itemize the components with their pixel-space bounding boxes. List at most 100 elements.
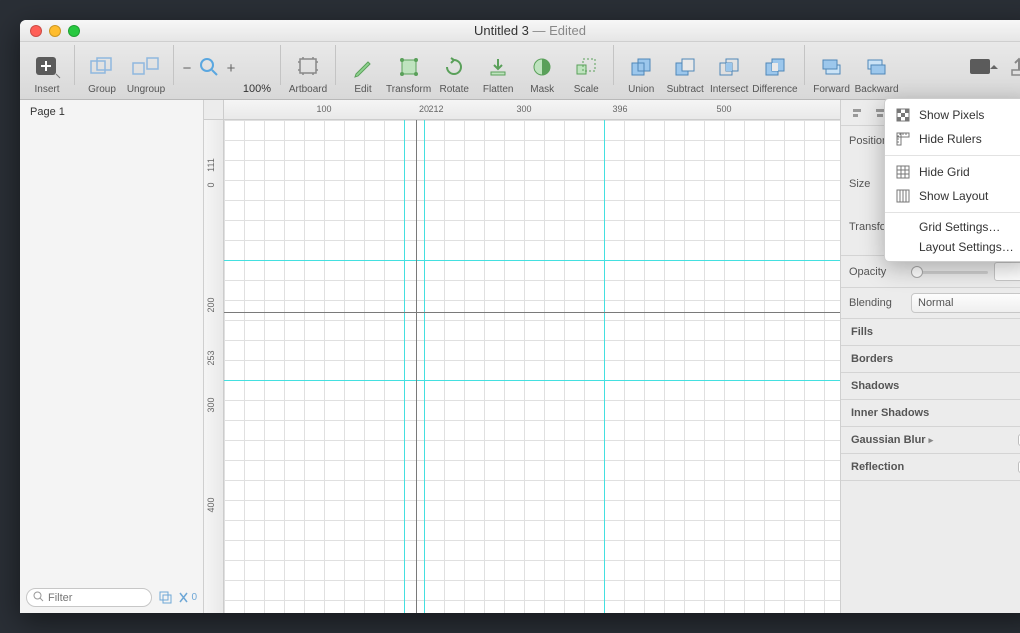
ruler-tick: 300 <box>206 395 216 415</box>
view-icon <box>968 52 998 82</box>
layers-panel: Page 1 0 <box>20 100 204 613</box>
ruler-tick: 396 <box>612 104 627 114</box>
horizontal-ruler[interactable]: 10020212300396500 <box>224 100 840 120</box>
minimize-window-button[interactable] <box>49 25 61 37</box>
rotate-icon <box>439 52 469 82</box>
gaussian-blur-section[interactable]: Gaussian Blur ▸ <box>841 427 1020 454</box>
insert-button[interactable]: Insert <box>26 52 68 95</box>
flatten-icon <box>483 52 513 82</box>
transform-icon <box>394 52 424 82</box>
ruler-tick: 400 <box>206 495 216 515</box>
vertical-ruler[interactable]: 1110 200 253 300 400 <box>204 120 224 613</box>
export-button[interactable] <box>1004 52 1020 95</box>
forward-button[interactable]: Forward <box>811 52 853 95</box>
filter-field[interactable] <box>26 588 152 607</box>
zoom-window-button[interactable] <box>68 25 80 37</box>
subtract-button[interactable]: Subtract <box>664 52 706 95</box>
close-window-button[interactable] <box>30 25 42 37</box>
reflection-section[interactable]: Reflection <box>841 454 1020 481</box>
scale-icon <box>571 52 601 82</box>
difference-icon <box>760 52 790 82</box>
view-dropdown-menu: Show Pixels Hide Rulers Hide Grid Show L… <box>884 98 1020 262</box>
opacity-label: Opacity <box>849 266 905 278</box>
rotate-button[interactable]: Rotate <box>433 52 475 95</box>
union-button[interactable]: Union <box>620 52 662 95</box>
menu-hide-grid[interactable]: Hide Grid <box>885 160 1020 184</box>
ruler-tick: 212 <box>428 104 443 114</box>
union-icon <box>626 52 656 82</box>
ruler-icon <box>895 131 911 147</box>
blending-select[interactable]: Normal▾ <box>911 293 1020 313</box>
layout-icon <box>895 188 911 204</box>
grid <box>224 120 840 613</box>
zoom-level[interactable]: 100% <box>240 53 274 95</box>
blending-label: Blending <box>849 297 905 309</box>
menu-hide-rulers[interactable]: Hide Rulers <box>885 127 1020 151</box>
shadows-section[interactable]: Shadows <box>841 373 1020 400</box>
group-button[interactable]: Group <box>81 52 123 95</box>
intersect-icon <box>714 52 744 82</box>
cursor-vertical <box>416 120 417 613</box>
mask-button[interactable]: Mask <box>521 52 563 95</box>
window-title: Untitled 3 — Edited <box>20 23 1020 38</box>
menu-grid-settings[interactable]: Grid Settings… <box>885 217 1020 237</box>
mask-icon <box>527 52 557 82</box>
cursor-horizontal <box>224 312 840 313</box>
view-menu-button[interactable] <box>964 52 1002 95</box>
backward-icon <box>862 52 892 82</box>
opacity-slider[interactable] <box>911 265 988 279</box>
vertical-guide[interactable] <box>404 120 405 613</box>
ruler-tick: 100 <box>316 104 331 114</box>
ruler-tick: 111 <box>206 155 216 175</box>
artboard-icon <box>293 52 323 82</box>
horizontal-guide[interactable] <box>224 380 840 381</box>
fills-section[interactable]: Fills <box>841 319 1020 346</box>
edit-icon <box>348 52 378 82</box>
borders-section[interactable]: Borders <box>841 346 1020 373</box>
ruler-tick: 500 <box>716 104 731 114</box>
vertical-guide[interactable] <box>424 120 425 613</box>
group-icon <box>87 52 117 82</box>
canvas-area[interactable]: 10020212300396500 1110200253300400 <box>204 100 840 613</box>
inner-shadows-section[interactable]: Inner Shadows <box>841 400 1020 427</box>
menu-layout-settings[interactable]: Layout Settings… <box>885 237 1020 257</box>
menu-show-pixels[interactable]: Show Pixels <box>885 103 1020 127</box>
app-window: Untitled 3 — Edited Insert Group Ungroup… <box>20 20 1020 613</box>
grid-icon <box>895 164 911 180</box>
ruler-tick: 300 <box>516 104 531 114</box>
export-icon <box>1004 52 1020 82</box>
ungroup-button[interactable]: Ungroup <box>125 52 167 95</box>
scale-button[interactable]: Scale <box>565 52 607 95</box>
difference-button[interactable]: Difference <box>752 52 797 95</box>
ruler-tick: 200 <box>206 295 216 315</box>
ruler-tick: 0 <box>206 175 216 195</box>
filter-input[interactable] <box>48 592 145 604</box>
toolbar: Insert Group Ungroup − + 100% Artboard E… <box>20 42 1020 100</box>
insert-icon <box>32 52 62 82</box>
canvas[interactable] <box>224 120 840 613</box>
page-label[interactable]: Page 1 <box>20 100 203 124</box>
pixels-icon <box>895 107 911 123</box>
magnify-icon <box>198 56 220 81</box>
document-state: Edited <box>549 23 586 38</box>
horizontal-guide[interactable] <box>224 260 840 261</box>
ruler-origin[interactable] <box>204 100 224 120</box>
ruler-tick: 253 <box>206 348 216 368</box>
ungroup-icon <box>131 52 161 82</box>
transform-button[interactable]: Transform <box>386 52 431 95</box>
zoom-in-button[interactable]: + <box>224 60 238 77</box>
opacity-field[interactable] <box>994 262 1020 281</box>
edit-button[interactable]: Edit <box>342 52 384 95</box>
zoom-control[interactable]: − + <box>180 56 238 95</box>
titlebar: Untitled 3 — Edited <box>20 20 1020 42</box>
intersect-button[interactable]: Intersect <box>708 52 750 95</box>
align-left-button[interactable] <box>847 105 865 121</box>
backward-button[interactable]: Backward <box>855 52 899 95</box>
subtract-icon <box>670 52 700 82</box>
artboard-button[interactable]: Artboard <box>287 52 329 95</box>
menu-show-layout[interactable]: Show Layout <box>885 184 1020 208</box>
document-name: Untitled 3 <box>474 23 529 38</box>
zoom-out-button[interactable]: − <box>180 60 194 77</box>
flatten-button[interactable]: Flatten <box>477 52 519 95</box>
vertical-guide[interactable] <box>604 120 605 613</box>
